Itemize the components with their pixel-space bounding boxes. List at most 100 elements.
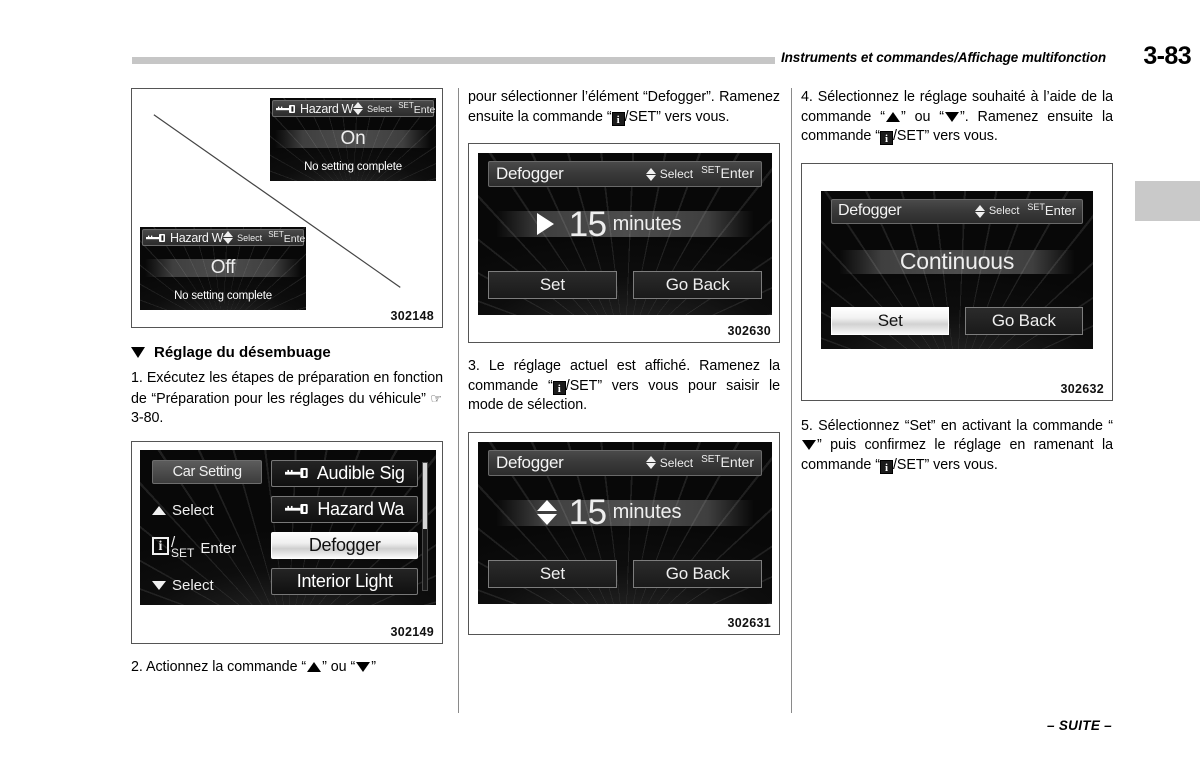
step-1-part1: 1. Exécutez les étapes de préparation en… (131, 370, 443, 407)
hint-select-label: Select (367, 103, 393, 114)
go-back-button[interactable]: Go Back (633, 271, 762, 299)
lcd-title-defogger-current: Defogger (496, 164, 564, 183)
lcd-value-row-hazard-off: Off (140, 252, 306, 284)
menu-item-defogger[interactable]: Defogger (271, 531, 418, 559)
lcd-value-row-defogger-select: 15 minutes (488, 484, 762, 542)
page-title: Instruments et commandes/Affichage multi… (775, 47, 1112, 69)
figure-defogger-current: Defogger Select SETEnter 15 minutes (468, 143, 780, 343)
lcd-button-row-defogger-current: Set Go Back (488, 271, 762, 299)
value-glow (496, 499, 754, 526)
menu-scrollbar[interactable] (422, 461, 428, 592)
hint-select-label: Select (237, 232, 263, 243)
step-5-c: /SET” vers vous. (892, 456, 998, 473)
lcd-value-row-defogger-continuous: Continuous (831, 234, 1083, 290)
menu-title-chip: Car Setting (152, 459, 263, 484)
up-down-icon (645, 167, 656, 181)
play-triangle-icon (537, 213, 555, 235)
column-right: 4. Sélectionnez le réglage souhaité à l’… (801, 88, 1113, 475)
info-icon: i (879, 459, 893, 474)
key-icon (284, 467, 311, 479)
key-icon-svg (146, 233, 165, 242)
menu-item-hazard-wa[interactable]: Hazard Wa (271, 495, 418, 523)
triangle-down-icon (945, 111, 959, 122)
lcd-hint-defogger-select: Select SETEnter (645, 454, 754, 472)
figure-caption-302632: 302632 (1060, 381, 1104, 396)
triangle-up-icon (307, 661, 322, 672)
up-down-icon (645, 456, 656, 469)
go-back-button[interactable]: Go Back (964, 306, 1083, 335)
hint-select-label: Select (988, 205, 1020, 217)
lcd-titlebar-hazard-off: Hazard W Select SETEnter (142, 229, 306, 247)
key-icon (276, 104, 298, 114)
menu-enter[interactable]: i / SET Enter (152, 535, 262, 561)
lcd-value-row-defogger-current: 15 minutes (488, 195, 762, 253)
set-button[interactable]: Set (831, 306, 950, 335)
menu-wrap: Car Setting Select i / SET Enter Select … (152, 459, 428, 595)
triangle-down-icon (152, 581, 166, 591)
step-3-text: 3. Le réglage actuel est affiché. Ramene… (468, 357, 780, 416)
menu-scrollbar-thumb[interactable] (423, 462, 427, 529)
set-button[interactable]: Set (488, 559, 617, 588)
hint-set-enter-group: SETEnter (701, 454, 754, 472)
lcd-button-row-defogger-continuous: Set Go Back (831, 306, 1083, 335)
menu-set-label: SET (171, 546, 195, 561)
section-heading-label: Réglage du désembuage (154, 344, 331, 361)
menu-select-up[interactable]: Select (152, 502, 262, 519)
hint-set-label: SET (398, 100, 414, 110)
figure-defogger-continuous: Defogger Select SETEnter Continuous Set (801, 162, 1113, 401)
section-heading-defogger: Réglage du désembuage (131, 344, 443, 361)
hint-select-label: Select (659, 167, 694, 181)
triangle-down-icon (131, 347, 145, 358)
hint-set-label: SET (701, 453, 721, 465)
go-back-button[interactable]: Go Back (633, 559, 762, 588)
hint-set-label: SET (1027, 202, 1045, 212)
lcd-hazard-off: Hazard W Select SETEnter Off No setting … (140, 227, 306, 310)
triangle-down-icon (802, 440, 816, 450)
lcd-status-hazard-on: No setting complete (304, 161, 402, 173)
menu-enter-label: Enter (200, 539, 237, 557)
step-1-text: 1. Exécutez les étapes de préparation en… (131, 369, 443, 429)
menu-select-down[interactable]: Select (152, 577, 262, 594)
chapter-tab (1135, 181, 1200, 221)
step-4-b: ” ou “ (900, 108, 944, 125)
step-2-continuation-text: pour sélectionner l’élément “Defogger”. … (468, 88, 780, 127)
figure-caption-302148: 302148 (390, 309, 434, 323)
figure-defogger-select: Defogger Select SETEnter 15 minutes (468, 431, 780, 635)
column-divider-1 (458, 88, 459, 713)
lcd-titlebar-defogger-select: Defogger Select SETEnter (488, 449, 762, 476)
menu-item-label: Audible Sig (316, 462, 405, 483)
value-glow (838, 249, 1076, 274)
step-2-cont-b: /SET” vers vous. (624, 108, 730, 125)
set-button[interactable]: Set (488, 271, 617, 299)
menu-item-list: Audible Sig Hazard Wa Defogger Interior … (271, 459, 428, 595)
lcd-button-row-defogger-select: Set Go Back (488, 559, 762, 588)
lcd-title-hazard-on: Hazard W (300, 101, 354, 116)
step-1-ref: 3-80. (131, 410, 164, 426)
manual-page: Instruments et commandes/Affichage multi… (0, 0, 1200, 763)
menu-control-hints: Car Setting Select i / SET Enter Select (152, 459, 263, 595)
key-icon-svg (285, 504, 309, 514)
figure-car-setting-menu: Car Setting Select i / SET Enter Select … (131, 440, 443, 644)
key-icon-svg (284, 468, 308, 478)
key-icon-svg (276, 104, 295, 113)
hand-pointer-icon: ☞ (430, 390, 442, 406)
hint-set-enter-group: SETEnter (1027, 202, 1076, 220)
step-2-part3: ” (371, 658, 376, 675)
menu-item-interior-light[interactable]: Interior Light (271, 567, 418, 595)
hint-enter-label: Enter (413, 103, 436, 116)
up-down-icon (223, 231, 234, 244)
step-5-a: 5. Sélectionnez “Set” en activant la com… (801, 417, 1113, 434)
lcd-hint-defogger-continuous: Select SETEnter (974, 202, 1076, 220)
lcd-defogger-current: Defogger Select SETEnter 15 minutes (478, 153, 772, 315)
up-down-selector-icon[interactable] (537, 500, 558, 525)
value-glow (496, 211, 754, 237)
page-number: 3-83 (1137, 41, 1192, 71)
column-divider-2 (791, 88, 792, 713)
hint-enter-label: Enter (720, 453, 754, 470)
lcd-hint-hazard-off: Select SETEnter (223, 229, 306, 247)
up-down-icon (974, 204, 985, 218)
key-icon (146, 233, 168, 243)
menu-item-audible-sig[interactable]: Audible Sig (271, 459, 418, 487)
hint-enter-label: Enter (1044, 203, 1076, 218)
figure-hazard-warning: Hazard W Select SETEnter On No setting c… (131, 88, 443, 328)
